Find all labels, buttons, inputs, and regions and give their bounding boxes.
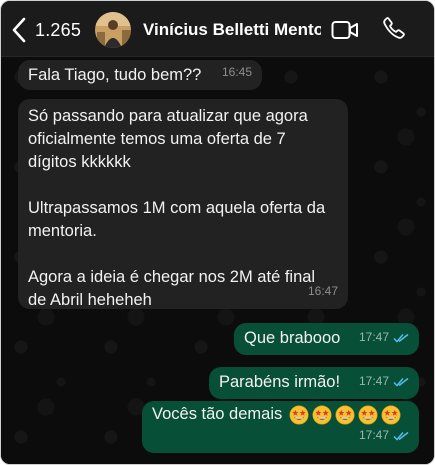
read-ticks-icon (393, 431, 409, 441)
message-time: 17:47 (358, 374, 389, 388)
message-text: Vocês tão demais (152, 403, 409, 426)
message-bubble-outgoing[interactable]: Vocês tão demais 17:47 (142, 401, 419, 453)
avatar[interactable] (95, 12, 131, 48)
message-meta: 17:47 (359, 326, 409, 349)
star-struck-emoji-icon (358, 405, 378, 425)
message-meta: 17:47 (359, 370, 409, 393)
message-meta: 16:45 (222, 61, 252, 84)
emoji-group (286, 405, 401, 425)
video-call-icon[interactable] (331, 19, 359, 41)
message-bubble-outgoing[interactable]: Que brabooo 17:47 (234, 323, 419, 355)
contact-name[interactable]: Vinícius Belletti Mento... (143, 20, 321, 40)
message-time: 17:47 (358, 330, 389, 344)
read-ticks-icon (393, 377, 409, 387)
star-struck-emoji-icon (289, 405, 309, 425)
chevron-left-icon (12, 17, 26, 43)
chat-header: 1.265 Vinícius Belletti Mento... (1, 1, 434, 57)
message-time: 17:47 (358, 428, 389, 442)
message-time: 16:45 (221, 65, 252, 79)
message-text: Fala Tiago, tudo bem?? (28, 66, 202, 84)
unread-count: 1.265 (35, 19, 82, 40)
chat-area[interactable]: Fala Tiago, tudo bem?? 16:45 Só passando… (1, 57, 434, 464)
message-bubble-incoming[interactable]: Só passando para atualizar que agora ofi… (18, 99, 348, 309)
message-meta: 17:47 (359, 424, 409, 447)
star-struck-emoji-icon (335, 405, 355, 425)
star-struck-emoji-icon (312, 405, 332, 425)
message-text: Só passando para atualizar que agora ofi… (28, 107, 326, 309)
star-struck-emoji-icon (381, 405, 401, 425)
phone-icon[interactable] (382, 16, 406, 40)
read-ticks-icon (393, 333, 409, 343)
back-button[interactable]: 1.265 (11, 15, 81, 45)
message-meta: 16:47 (308, 280, 338, 303)
message-bubble-incoming[interactable]: Fala Tiago, tudo bem?? 16:45 (18, 60, 262, 90)
message-bubble-outgoing[interactable]: Parabéns irmão! 17:47 (209, 367, 419, 399)
chat-screen: 1.265 Vinícius Belletti Mento... Fala Ti… (0, 0, 435, 465)
message-time: 16:47 (307, 284, 338, 298)
message-text-content: Vocês tão demais (152, 405, 283, 423)
